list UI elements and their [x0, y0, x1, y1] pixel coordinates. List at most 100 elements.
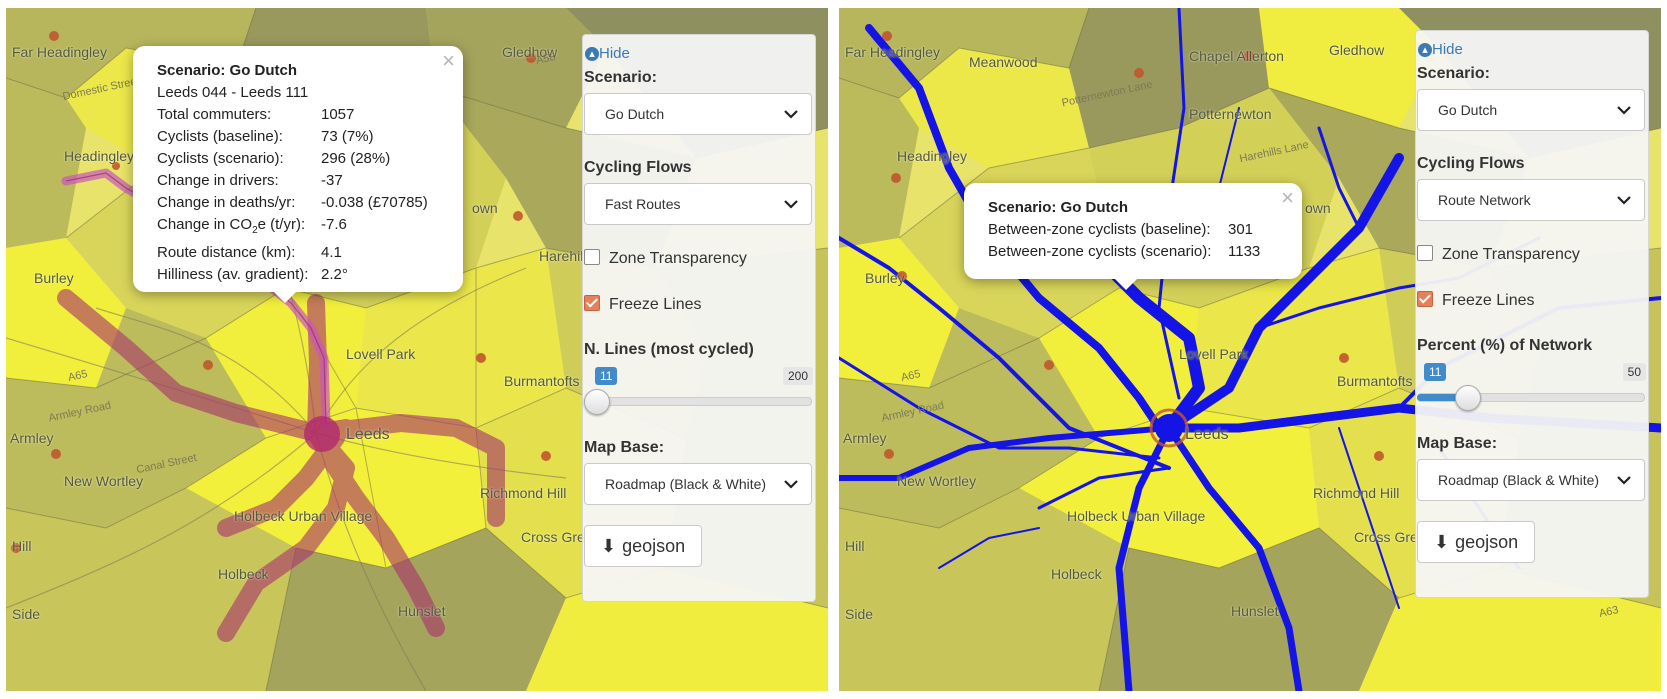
checkbox-box[interactable]	[584, 249, 600, 265]
place-label: own	[472, 200, 498, 216]
geojson-download-button[interactable]: ⬇ geojson	[584, 525, 703, 567]
place-label: Holbeck	[1051, 566, 1102, 582]
control-panel: ▴ Hide Scenario: Go Dutch Cycling Flows F…	[582, 34, 816, 602]
place-label: Gledhow	[1329, 42, 1385, 58]
slider-value-badge: 11	[595, 367, 618, 385]
checkbox-box[interactable]	[1417, 245, 1433, 261]
popup-close-icon[interactable]: ×	[442, 50, 455, 72]
place-label: Holbeck Urban Village	[234, 508, 373, 524]
popup-row: Hilliness (av. gradient): 2.2°	[157, 264, 439, 286]
place-label: Headingley	[897, 148, 968, 164]
popup-row-label: Change in CO2e (t/yr):	[157, 216, 306, 236]
slider-handle[interactable]	[1454, 385, 1481, 411]
arrow-up-circle-icon: ▴	[1418, 43, 1432, 57]
popup-row-value: 1133	[1228, 243, 1261, 260]
hide-controls-link[interactable]: ▴ Hide	[1418, 41, 1463, 58]
checkbox-box[interactable]	[584, 295, 600, 311]
place-label: Burmantofts	[1337, 373, 1413, 389]
place-label: Leeds	[346, 426, 390, 443]
map-panel-right[interactable]: Far Headingley Meanwood Chapel Allerton …	[839, 8, 1661, 691]
popup-row: Cyclists (baseline): 73 (7%)	[157, 126, 439, 148]
place-label: Hill	[12, 538, 32, 554]
scenario-select[interactable]: Go Dutch	[1417, 89, 1645, 131]
map-panel-left[interactable]: Far Headingley Headingley Burley Armley …	[6, 8, 828, 691]
popup-row: Route distance (km): 4.1	[157, 242, 439, 264]
map-base-select[interactable]: Roadmap (Black & White)	[1417, 459, 1645, 501]
zone-info-popup: × Scenario: Go Dutch Leeds 044 - Leeds 1…	[133, 46, 463, 303]
download-icon: ⬇	[1434, 532, 1450, 552]
chevron-down-icon	[784, 480, 798, 489]
map-base-label: Map Base:	[584, 439, 665, 456]
popup-subtitle: Leeds 044 - Leeds 111	[157, 84, 309, 101]
place-label: Lovell Park	[1179, 346, 1249, 362]
popup-close-icon[interactable]: ×	[1281, 187, 1294, 209]
place-label: own	[1305, 200, 1331, 216]
control-panel: ▴ Hide Scenario: Go Dutch Cycling Flows R…	[1415, 30, 1649, 598]
place-label: Side	[845, 606, 874, 622]
popup-pointer	[273, 291, 297, 303]
popup-row-label: Cyclists (baseline):	[157, 128, 283, 145]
popup-row-value: 4.1	[321, 244, 342, 261]
place-label: Burmantofts	[504, 373, 580, 389]
popup-row-label: Change in drivers:	[157, 172, 279, 189]
scenario-label: Scenario:	[1417, 65, 1490, 82]
popup-row-label: Total commuters:	[157, 106, 272, 123]
slider-handle[interactable]	[584, 389, 611, 415]
percent-network-label: Percent (%) of Network	[1417, 337, 1593, 354]
place-label: Burley	[34, 270, 74, 286]
popup-row-value: 73 (7%)	[321, 128, 374, 145]
place-label: Holbeck	[218, 566, 269, 582]
cycling-flows-select[interactable]: Route Network	[1417, 179, 1645, 221]
popup-row-label: Route distance (km):	[157, 244, 296, 261]
popup-row: Between-zone cyclists (baseline): 301	[988, 219, 1278, 241]
geojson-download-button[interactable]: ⬇ geojson	[1417, 521, 1536, 563]
place-label: Richmond Hill	[1313, 485, 1400, 501]
scenario-select[interactable]: Go Dutch	[584, 93, 812, 135]
popup-row-label: Hilliness (av. gradient):	[157, 266, 309, 283]
place-label: Hunslet	[1231, 603, 1279, 619]
place-label: Holbeck Urban Village	[1067, 508, 1206, 524]
place-label: Lovell Park	[346, 346, 416, 362]
chevron-down-icon	[1617, 106, 1631, 115]
popup-row: Between-zone cyclists (scenario): 1133	[988, 241, 1278, 263]
download-icon: ⬇	[601, 536, 617, 556]
popup-pointer	[1114, 278, 1138, 290]
cycling-flows-label: Cycling Flows	[1417, 155, 1525, 172]
place-label: Leeds	[1185, 426, 1229, 443]
place-label: Far Headingley	[12, 44, 107, 60]
freeze-lines-checkbox[interactable]: Freeze Lines	[1417, 291, 1535, 310]
checkbox-box[interactable]	[1417, 291, 1433, 307]
popup-row-label: Cyclists (scenario):	[157, 150, 284, 167]
cycling-flows-select[interactable]: Fast Routes	[584, 183, 812, 225]
popup-row-label: Between-zone cyclists (scenario):	[988, 243, 1212, 260]
popup-row-value: 296 (28%)	[321, 150, 391, 167]
hide-controls-link[interactable]: ▴ Hide	[585, 45, 630, 62]
popup-title: Scenario: Go Dutch	[988, 199, 1129, 216]
place-label: New Wortley	[64, 473, 144, 489]
zone-transparency-checkbox[interactable]: Zone Transparency	[1417, 245, 1580, 264]
freeze-lines-checkbox[interactable]: Freeze Lines	[584, 295, 702, 314]
popup-row-value: -0.038 (£70785)	[321, 194, 428, 211]
place-label: Richmond Hill	[480, 485, 567, 501]
popup-row-value: -37	[321, 172, 343, 189]
place-label: Hunslet	[398, 603, 446, 619]
zone-transparency-checkbox[interactable]: Zone Transparency	[584, 249, 747, 268]
popup-row: Change in CO2e (t/yr): -7.6	[157, 214, 439, 242]
slider-track[interactable]	[584, 397, 812, 406]
network-info-popup: × Scenario: Go Dutch Between-zone cyclis…	[964, 183, 1302, 290]
place-label: Hill	[845, 538, 865, 554]
chevron-down-icon	[1617, 476, 1631, 485]
place-label: Headingley	[64, 148, 135, 164]
popup-row: Change in deaths/yr: -0.038 (£70785)	[157, 192, 439, 214]
slider-value-badge: 11	[1424, 363, 1447, 381]
chevron-down-icon	[784, 110, 798, 119]
place-label: New Wortley	[897, 473, 977, 489]
slider-max-badge: 200	[782, 367, 813, 385]
chevron-down-icon	[1617, 196, 1631, 205]
popup-row-label: Between-zone cyclists (baseline):	[988, 221, 1211, 238]
map-base-select[interactable]: Roadmap (Black & White)	[584, 463, 812, 505]
place-label: Side	[12, 606, 41, 622]
place-label: Meanwood	[969, 54, 1038, 70]
chevron-down-icon	[784, 200, 798, 209]
n-lines-label: N. Lines (most cycled)	[584, 341, 754, 358]
